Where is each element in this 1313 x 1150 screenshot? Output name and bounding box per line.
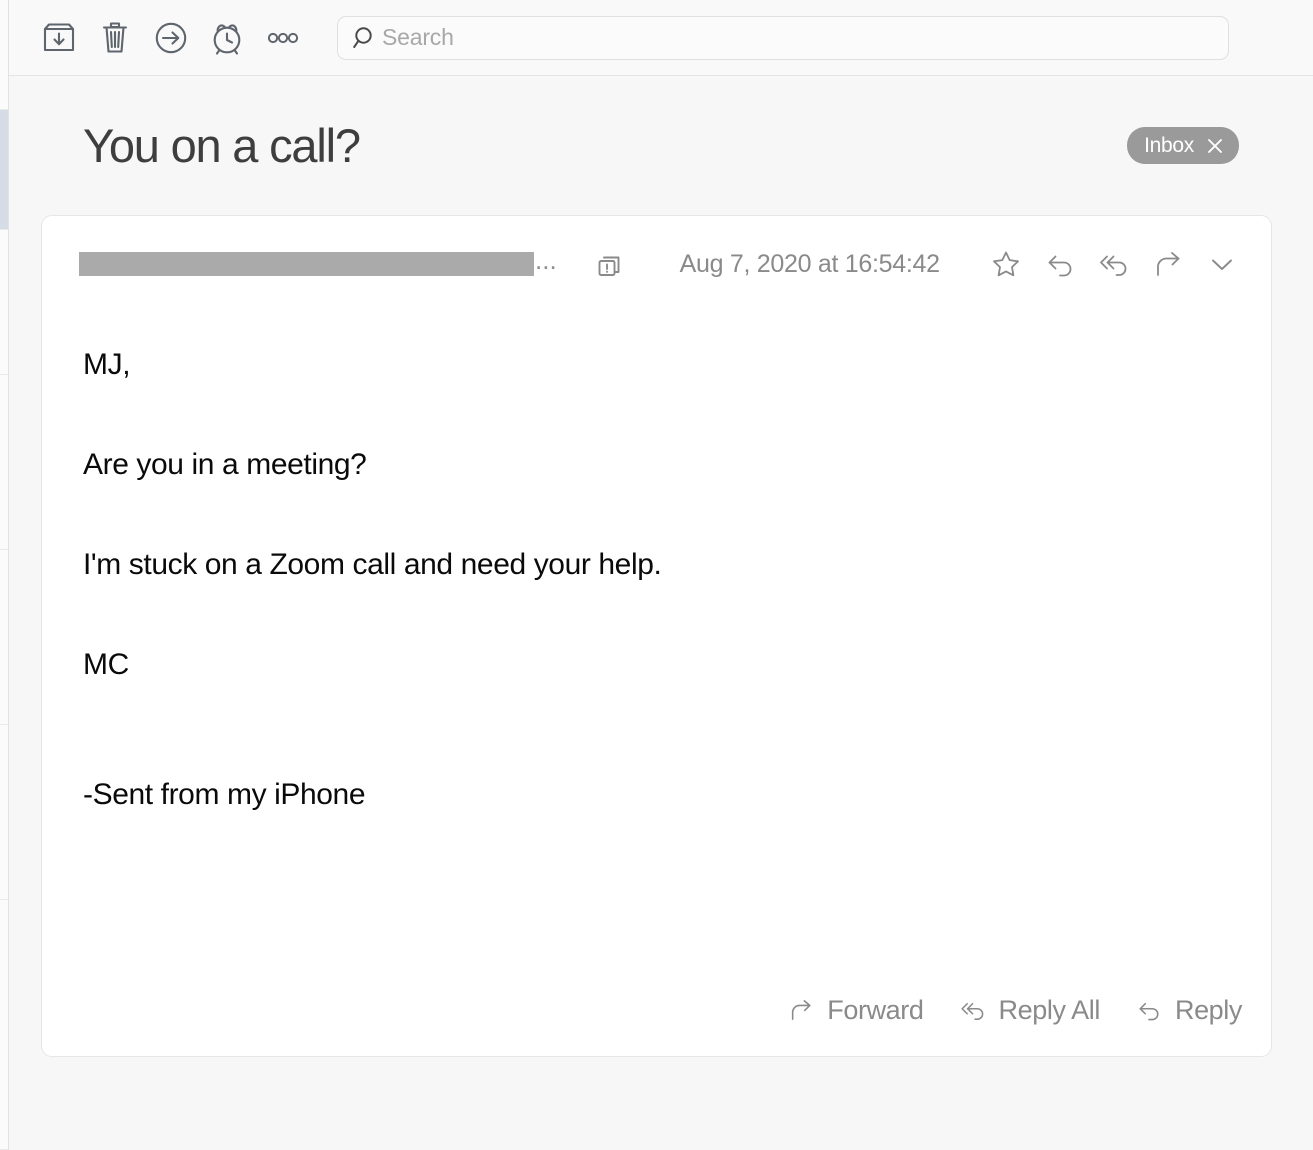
more-ellipsis-icon bbox=[261, 16, 305, 60]
message-list-pane-sliver[interactable] bbox=[0, 0, 9, 1150]
chevron-down-icon[interactable] bbox=[1203, 245, 1241, 283]
archive-icon bbox=[37, 16, 81, 60]
message-actions bbox=[987, 245, 1241, 283]
reply-arrow-icon[interactable] bbox=[1041, 245, 1079, 283]
reply-button-label: Reply bbox=[1174, 994, 1242, 1025]
message-timestamp: Aug 7, 2020 at 16:54:42 bbox=[679, 249, 940, 278]
mailbox-badge[interactable]: Inbox bbox=[1127, 127, 1239, 164]
search-input[interactable]: Search bbox=[337, 15, 1229, 60]
move-to-button[interactable] bbox=[143, 10, 199, 66]
body-line-signoff: MC bbox=[83, 648, 129, 681]
body-line-question: Are you in a meeting? bbox=[83, 448, 367, 481]
trash-icon bbox=[93, 16, 137, 60]
message-body: MJ, Are you in a meeting? I'm stuck on a… bbox=[42, 312, 1271, 810]
archive-button[interactable] bbox=[31, 10, 87, 66]
snooze-button[interactable] bbox=[199, 10, 255, 66]
close-icon[interactable] bbox=[1204, 135, 1226, 157]
reply-all-button-label: Reply All bbox=[998, 994, 1101, 1025]
move-to-icon bbox=[149, 16, 193, 60]
forward-arrow-icon[interactable] bbox=[1149, 245, 1187, 283]
sender-address-redacted bbox=[79, 252, 534, 276]
reply-button[interactable]: Reply bbox=[1134, 995, 1242, 1026]
list-item[interactable] bbox=[0, 725, 8, 900]
reply-all-button[interactable]: Reply All bbox=[958, 995, 1100, 1026]
message-header[interactable]: ... Aug 7, 2020 at 16:54:42 bbox=[42, 216, 1271, 312]
body-line-greeting: MJ, bbox=[83, 348, 131, 381]
delete-button[interactable] bbox=[87, 10, 143, 66]
list-item-selected[interactable] bbox=[0, 110, 8, 230]
list-item[interactable] bbox=[0, 550, 8, 725]
forward-arrow-icon bbox=[786, 995, 816, 1025]
page-title: You on a call? bbox=[83, 119, 361, 172]
search-icon bbox=[350, 23, 380, 53]
body-line-request: I'm stuck on a Zoom call and need your h… bbox=[83, 548, 662, 581]
more-button[interactable] bbox=[255, 10, 311, 66]
list-item[interactable] bbox=[0, 375, 8, 550]
toolbar: Search bbox=[9, 0, 1313, 76]
forward-button-label: Forward bbox=[827, 994, 924, 1025]
list-item[interactable] bbox=[0, 0, 8, 110]
star-icon[interactable] bbox=[987, 245, 1025, 283]
search-placeholder: Search bbox=[382, 24, 454, 50]
reply-all-arrow-icon bbox=[958, 995, 988, 1025]
reply-all-arrow-icon[interactable] bbox=[1095, 245, 1133, 283]
forward-button[interactable]: Forward bbox=[786, 994, 924, 1026]
mailbox-badge-label: Inbox bbox=[1144, 133, 1194, 157]
subject-row: You on a call? Inbox bbox=[9, 76, 1313, 215]
list-item[interactable] bbox=[0, 230, 8, 375]
list-item[interactable] bbox=[0, 900, 8, 1150]
message-footer: Forward Reply All Reply bbox=[42, 964, 1271, 1056]
body-line-signature: -Sent from my iPhone bbox=[83, 778, 366, 811]
sender-ellipsis: ... bbox=[535, 245, 557, 275]
alarm-clock-icon bbox=[205, 16, 249, 60]
document-alert-icon[interactable] bbox=[593, 248, 625, 280]
reply-arrow-icon bbox=[1134, 995, 1164, 1025]
message-card: ... Aug 7, 2020 at 16:54:42 MJ, Are you … bbox=[41, 215, 1272, 1057]
